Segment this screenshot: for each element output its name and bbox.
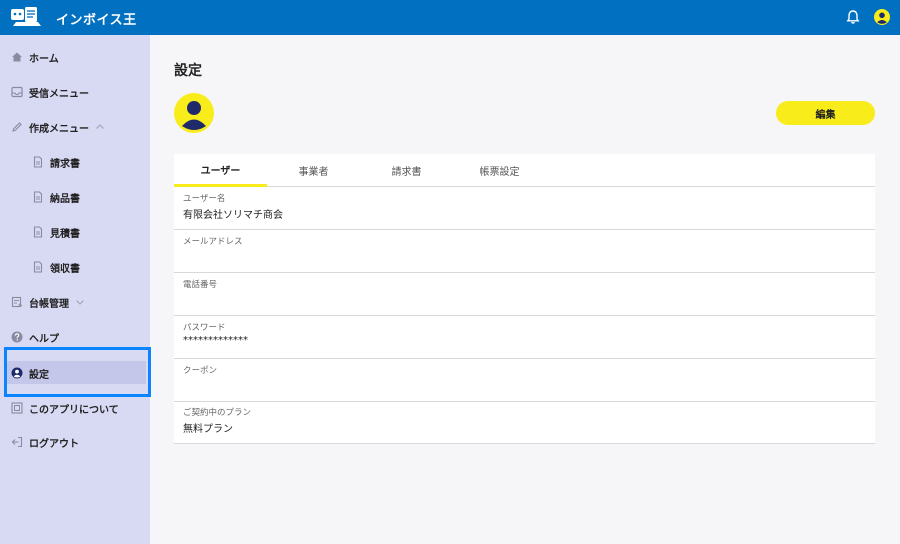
field-label: 電話番号: [183, 280, 218, 290]
tab-invoice[interactable]: 請求書: [360, 154, 453, 187]
sidebar-item-quotation[interactable]: 見積書: [32, 221, 80, 243]
page-title: 設定: [174, 63, 202, 79]
sidebar-item-home[interactable]: ホーム: [11, 46, 59, 68]
sidebar-item-label: 領収書: [50, 263, 80, 275]
field-label: ご契約中のプラン: [183, 408, 252, 418]
ledger-icon: [11, 296, 23, 308]
sidebar-item-create-menu[interactable]: 作成メニュー: [11, 116, 105, 138]
field-label: パスワード: [183, 323, 226, 333]
field-label: クーポン: [183, 366, 218, 376]
field-label: ユーザー名: [183, 194, 226, 204]
sidebar-item-label: ログアウト: [29, 438, 79, 450]
top-bar: インボイス王: [0, 0, 900, 35]
sidebar-item-ledger[interactable]: 台帳管理: [11, 291, 85, 313]
sidebar-item-logout[interactable]: ログアウト: [11, 431, 79, 453]
field-phone: 電話番号: [174, 273, 875, 316]
field-label: メールアドレス: [183, 237, 243, 247]
sidebar-item-label: ホーム: [29, 53, 59, 65]
settings-card: ユーザー 事業者 請求書 帳票設定 ユーザー名 有限会社ソリマチ商会 メールアド…: [174, 154, 875, 444]
field-value: 有限会社ソリマチ商会: [183, 210, 283, 221]
field-value: *************: [183, 335, 248, 346]
sidebar-item-inbox[interactable]: 受信メニュー: [11, 81, 89, 103]
document-icon: [32, 191, 44, 203]
sidebar-item-label: 受信メニュー: [29, 88, 89, 100]
tab-form-settings[interactable]: 帳票設定: [453, 154, 546, 187]
sidebar-item-invoice[interactable]: 請求書: [32, 151, 80, 173]
inbox-icon: [11, 86, 23, 98]
field-coupon: クーポン: [174, 359, 875, 402]
field-username: ユーザー名 有限会社ソリマチ商会: [174, 187, 875, 230]
sidebar-item-delivery-note[interactable]: 納品書: [32, 186, 80, 208]
document-icon: [32, 156, 44, 168]
tab-user[interactable]: ユーザー: [174, 154, 267, 187]
tab-business[interactable]: 事業者: [267, 154, 360, 187]
sidebar: [0, 35, 150, 544]
sidebar-item-receipt[interactable]: 領収書: [32, 256, 80, 278]
app-title: インボイス王: [56, 13, 137, 28]
settings-tabs: ユーザー 事業者 請求書 帳票設定: [174, 154, 875, 187]
document-icon: [32, 226, 44, 238]
sidebar-item-label: 見積書: [50, 228, 80, 240]
account-avatar-icon[interactable]: [874, 9, 890, 25]
edit-button[interactable]: 編集: [776, 101, 875, 125]
home-icon: [11, 51, 23, 63]
field-email: メールアドレス: [174, 230, 875, 273]
sidebar-item-label: 請求書: [50, 158, 80, 170]
field-value: 無料プラン: [183, 424, 233, 435]
bell-icon[interactable]: [845, 9, 861, 25]
sidebar-item-label: 台帳管理: [29, 298, 69, 310]
sidebar-item-label: ヘルプ: [29, 333, 59, 345]
sidebar-item-label: 作成メニュー: [29, 123, 89, 135]
sidebar-item-label: 納品書: [50, 193, 80, 205]
sidebar-item-about[interactable]: このアプリについて: [11, 397, 119, 419]
app-logo-icon[interactable]: [10, 5, 44, 29]
logout-icon: [11, 436, 23, 448]
help-icon: [11, 331, 23, 343]
document-icon: [32, 261, 44, 273]
info-icon: [11, 402, 23, 414]
chevron-up-icon: [95, 122, 105, 132]
chevron-down-icon: [75, 297, 85, 307]
field-password: パスワード *************: [174, 316, 875, 359]
field-plan: ご契約中のプラン 無料プラン: [174, 401, 875, 444]
focus-highlight: [4, 347, 151, 397]
pencil-icon: [11, 121, 23, 133]
user-avatar-icon[interactable]: [174, 93, 214, 133]
sidebar-item-label: このアプリについて: [29, 404, 119, 416]
sidebar-item-help[interactable]: ヘルプ: [11, 326, 59, 348]
